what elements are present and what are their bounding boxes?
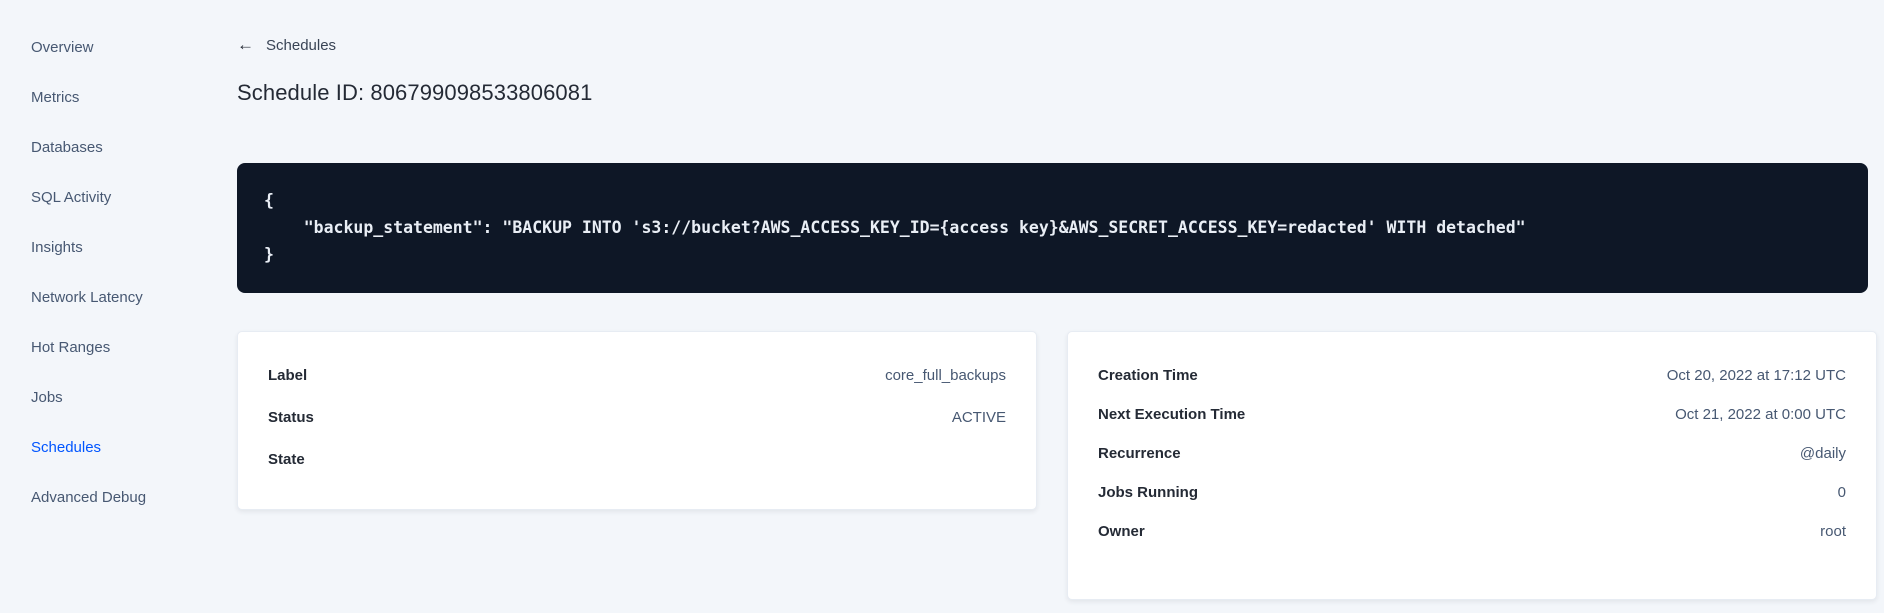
schedule-row-label: Creation Time [1098,367,1198,384]
sidebar-item[interactable]: Jobs [0,373,206,423]
schedule-row: Creation Time Oct 20, 2022 at 17:12 UTC [1098,356,1846,395]
main-content: ← Schedules Schedule ID: 806799098533806… [237,0,1877,600]
back-arrow-icon: ← [237,35,254,54]
schedule-details-card: Label core_full_backups Status ACTIVE St… [237,331,1037,510]
back-link-label: Schedules [266,36,337,54]
schedule-row-label: Jobs Running [1098,484,1198,501]
schedule-row-value: Oct 20, 2022 at 17:12 UTC [1666,367,1846,384]
sidebar-item[interactable]: Hot Ranges [0,323,206,373]
sidebar-item[interactable]: Advanced Debug [0,473,206,523]
detail-row: Status ACTIVE [268,396,1006,438]
sidebar-item-label: Insights [31,239,83,256]
detail-row-label: State [268,450,305,468]
sidebar-item-label: Network Latency [31,289,143,306]
schedule-row-value: @daily [1799,445,1846,462]
schedule-row-value: root [1820,523,1846,540]
sidebar-item[interactable]: Network Latency [0,273,206,323]
schedule-row-value: Oct 21, 2022 at 0:00 UTC [1675,406,1846,423]
sidebar-item[interactable]: Overview [0,23,206,73]
sidebar-item-label: Jobs [31,389,63,406]
schedule-details-page: Overview Metrics Databases SQL Activity … [0,0,1884,613]
detail-row-value: core_full_backups [885,366,1006,384]
schedule-row-label: Recurrence [1098,445,1181,462]
sidebar-item-label: Metrics [31,89,80,106]
detail-row-label: Label [268,366,308,384]
sidebar-item[interactable]: Schedules [0,423,206,473]
sidebar-item[interactable]: Databases [0,123,206,173]
schedule-row-label: Next Execution Time [1098,406,1246,423]
sidebar-item-label: Databases [31,139,103,156]
sidebar-item[interactable]: SQL Activity [0,173,206,223]
sidebar-item-label: Advanced Debug [31,489,147,506]
sidebar-nav: Overview Metrics Databases SQL Activity … [0,0,206,613]
detail-cards-row: Label core_full_backups Status ACTIVE St… [237,331,1877,600]
schedule-row: Recurrence @daily [1098,434,1846,473]
detail-row-value: ACTIVE [951,408,1006,426]
schedule-row-value: 0 [1837,484,1846,501]
schedule-row-label: Owner [1098,523,1145,540]
detail-row: State [268,438,1006,480]
back-to-schedules-link[interactable]: ← Schedules [237,35,337,54]
sidebar-item[interactable]: Insights [0,223,206,273]
sidebar-item-label: Hot Ranges [31,339,111,356]
sidebar-item[interactable]: Metrics [0,73,206,123]
sidebar-item-label: Overview [31,39,94,56]
detail-row: Label core_full_backups [268,354,1006,396]
schedule-timing-card: Creation Time Oct 20, 2022 at 17:12 UTC … [1067,331,1877,600]
schedule-row: Owner root [1098,512,1846,551]
sidebar-item-label: SQL Activity [31,189,112,206]
detail-row-label: Status [268,408,314,426]
backup-statement-code-block: { "backup_statement": "BACKUP INTO 's3:/… [237,163,1868,293]
schedule-row: Jobs Running 0 [1098,473,1846,512]
schedule-row: Next Execution Time Oct 21, 2022 at 0:00… [1098,395,1846,434]
page-title: Schedule ID: 806799098533806081 [237,80,593,105]
sidebar-item-label: Schedules [31,439,102,456]
